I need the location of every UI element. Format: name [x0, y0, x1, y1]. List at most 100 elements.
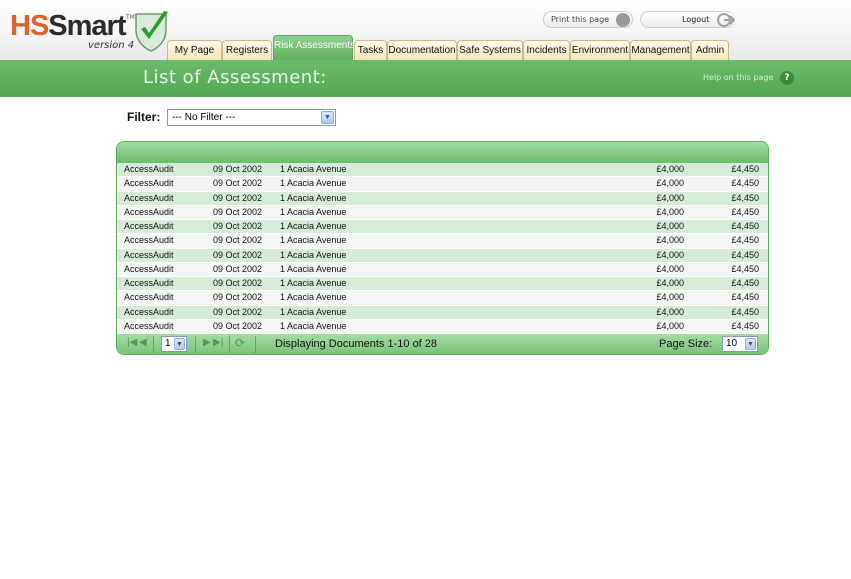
assessments-grid: AccessAudit 09 Oct 2002 1 Acacia Avenue £4,…	[116, 141, 769, 355]
chevron-down-icon[interactable]: ▼	[321, 111, 334, 124]
cell-amount-total: £4,450	[731, 221, 759, 231]
cell-address: 1 Acacia Avenue	[280, 292, 347, 303]
cell-date: 09 Oct 2002	[213, 249, 263, 260]
cell-address: 1 Acacia Avenue	[280, 164, 347, 174]
table-row[interactable]: AccessAudit 09 Oct 2002 1 Acacia Avenue £4,…	[117, 234, 768, 249]
cell-date: 09 Oct 2002	[213, 178, 263, 189]
cell-address: 1 Acacia Avenue	[280, 278, 347, 288]
cell-amount: £4,000	[656, 263, 684, 274]
tab-documentation[interactable]: Documentation	[387, 40, 457, 60]
tab-management[interactable]: Management	[630, 40, 691, 60]
page-number-select[interactable]: 1 ▼	[161, 336, 187, 352]
page-size-value: 10	[726, 338, 738, 349]
chevron-down-icon[interactable]: ▼	[745, 338, 756, 350]
page-title: List of Assessment:	[143, 67, 327, 88]
table-row[interactable]: AccessAudit 09 Oct 2002 1 Acacia Avenue £4,…	[117, 291, 768, 306]
top-header: HSSmart TM version 4 Print this page Log…	[0, 0, 851, 60]
cell-address: 1 Acacia Avenue	[280, 221, 347, 231]
table-row[interactable]: AccessAudit 09 Oct 2002 1 Acacia Avenue £4,…	[117, 177, 768, 192]
page-size-select[interactable]: 10 ▼	[722, 336, 758, 352]
cell-amount-total: £4,450	[731, 192, 759, 203]
grid-body: AccessAudit 09 Oct 2002 1 Acacia Avenue £4,…	[117, 163, 768, 334]
checkmark-shield-icon	[135, 11, 168, 52]
cell-type: AccessAudit	[124, 320, 174, 331]
filter-select[interactable]: --- No Filter --- ▼	[167, 109, 336, 126]
cell-amount-total: £4,450	[731, 164, 759, 174]
cell-amount: £4,000	[656, 249, 684, 260]
cell-amount-total: £4,450	[731, 263, 759, 274]
cell-address: 1 Acacia Avenue	[280, 320, 347, 331]
cell-date: 09 Oct 2002	[213, 278, 263, 288]
grid-pager: |◀ ◀ 1 ▼ ▶ ▶| ⟳ Displaying Documents 1-1…	[117, 334, 768, 354]
table-row[interactable]: AccessAudit 09 Oct 2002 1 Acacia Avenue £4,…	[117, 163, 768, 178]
page-title-bar: List of Assessment: Help on this page ?	[0, 60, 851, 97]
print-page-label: Print this page	[551, 15, 610, 24]
cell-amount: £4,000	[656, 278, 684, 288]
cell-amount-total: £4,450	[731, 206, 759, 217]
last-page-icon[interactable]: ▶|	[213, 337, 223, 354]
cell-address: 1 Acacia Avenue	[280, 306, 347, 317]
next-page-icon[interactable]: ▶	[203, 337, 211, 354]
help-on-page-link[interactable]: Help on this page	[703, 73, 773, 82]
prev-page-icon[interactable]: ◀	[139, 337, 147, 354]
cell-type: AccessAudit	[124, 306, 174, 317]
cell-amount-total: £4,450	[731, 249, 759, 260]
cell-type: AccessAudit	[124, 178, 174, 189]
cell-date: 09 Oct 2002	[213, 235, 263, 246]
cell-address: 1 Acacia Avenue	[280, 192, 347, 203]
grid-header	[117, 142, 768, 163]
first-page-icon[interactable]: |◀	[127, 337, 137, 354]
cell-address: 1 Acacia Avenue	[280, 235, 347, 246]
cell-amount-total: £4,450	[731, 235, 759, 246]
table-row[interactable]: AccessAudit 09 Oct 2002 1 Acacia Avenue £4,…	[117, 305, 768, 320]
table-row[interactable]: AccessAudit 09 Oct 2002 1 Acacia Avenue £4,…	[117, 277, 768, 292]
print-page-button[interactable]: Print this page	[543, 11, 633, 28]
cell-amount: £4,000	[656, 221, 684, 231]
tab-tasks[interactable]: Tasks	[354, 40, 387, 60]
cell-date: 09 Oct 2002	[213, 221, 263, 231]
table-row[interactable]: AccessAudit 09 Oct 2002 1 Acacia Avenue £4,…	[117, 262, 768, 277]
cell-amount: £4,000	[656, 164, 684, 174]
pager-separator	[153, 336, 154, 353]
pager-separator	[195, 336, 196, 353]
logout-button[interactable]: Logout	[640, 11, 735, 28]
refresh-icon[interactable]: ⟳	[235, 336, 245, 354]
logout-label: Logout	[682, 15, 710, 24]
tab-my-page[interactable]: My Page	[167, 40, 222, 60]
cell-type: AccessAudit	[124, 278, 174, 288]
table-row[interactable]: AccessAudit 09 Oct 2002 1 Acacia Avenue £4,…	[117, 205, 768, 220]
help-icon[interactable]: ?	[780, 71, 794, 85]
tab-risk-assessments[interactable]: Risk Assessments	[273, 35, 355, 60]
logo-wordmark: HSSmart	[10, 10, 127, 42]
cell-amount: £4,000	[656, 306, 684, 317]
tab-registers[interactable]: Registers	[222, 40, 272, 60]
cell-date: 09 Oct 2002	[213, 292, 263, 303]
table-row[interactable]: AccessAudit 09 Oct 2002 1 Acacia Avenue £4,…	[117, 191, 768, 206]
pager-separator	[229, 336, 230, 353]
cell-type: AccessAudit	[124, 235, 174, 246]
logout-icon	[717, 13, 735, 27]
table-row[interactable]: AccessAudit 09 Oct 2002 1 Acacia Avenue £4,…	[117, 248, 768, 263]
cell-type: AccessAudit	[124, 164, 174, 174]
cell-amount: £4,000	[656, 320, 684, 331]
cell-date: 09 Oct 2002	[213, 164, 263, 174]
cell-amount-total: £4,450	[731, 306, 759, 317]
page-number-value: 1	[165, 338, 171, 349]
cell-type: AccessAudit	[124, 206, 174, 217]
cell-amount-total: £4,450	[731, 178, 759, 189]
pager-status: Displaying Documents 1-10 of 28	[275, 338, 438, 350]
cell-type: AccessAudit	[124, 221, 174, 231]
cell-amount: £4,000	[656, 206, 684, 217]
tab-admin[interactable]: Admin	[691, 40, 729, 60]
cell-type: AccessAudit	[124, 263, 174, 274]
tab-safe-systems[interactable]: Safe Systems	[457, 40, 523, 60]
page-size-label: Page Size:	[659, 338, 713, 350]
logo-version: version 4	[88, 40, 135, 51]
table-row[interactable]: AccessAudit 09 Oct 2002 1 Acacia Avenue £4,…	[117, 220, 768, 235]
tab-environment[interactable]: Environment	[570, 40, 630, 60]
cell-type: AccessAudit	[124, 192, 174, 203]
hssmart-logo[interactable]: HSSmart TM version 4	[10, 10, 170, 56]
table-row[interactable]: AccessAudit 09 Oct 2002 1 Acacia Avenue £4,…	[117, 319, 768, 334]
tab-incidents[interactable]: Incidents	[523, 40, 570, 60]
chevron-down-icon[interactable]: ▼	[174, 338, 185, 350]
